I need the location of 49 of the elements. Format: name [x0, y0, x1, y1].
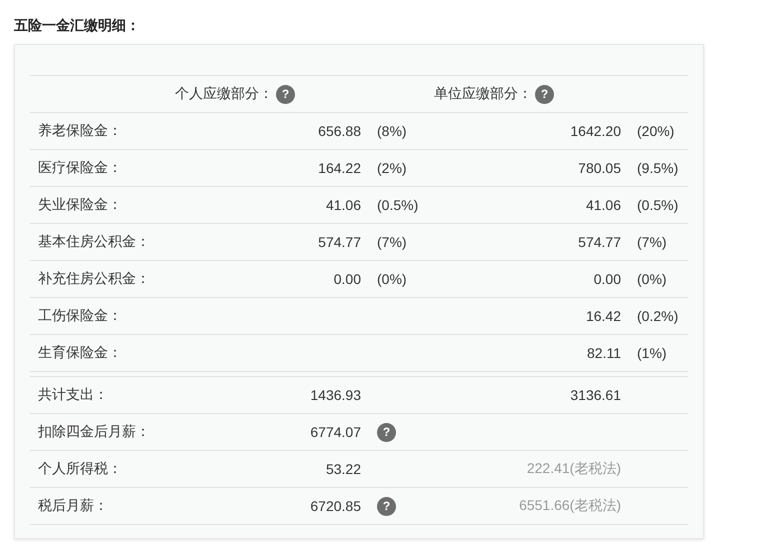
- row-label: 补充住房公积金：: [37, 270, 151, 288]
- rate-cell-text: (9.5%): [636, 160, 680, 176]
- rate-cell-text: (20%): [636, 123, 676, 139]
- row-label: 养老保险金：: [37, 122, 123, 140]
- amount-cell-text: 222.41(老税法): [526, 460, 622, 478]
- row-label: 医疗保险金：: [37, 159, 123, 177]
- row-label: 扣除四金后月薪：: [37, 423, 151, 441]
- column-header: 个人应缴部分：: [175, 85, 273, 103]
- amount-cell-text: 3136.61: [569, 387, 622, 403]
- amount-cell-text: 0.00: [332, 271, 362, 287]
- column-header: 单位应缴部分：: [434, 85, 532, 103]
- amount-cell-text: 0.00: [592, 271, 622, 287]
- rate-cell-text: (0.5%): [376, 197, 420, 213]
- amount-cell-text: 656.88: [317, 123, 362, 139]
- amount-cell-text: 780.05: [577, 160, 622, 176]
- row-label: 共计支出：: [37, 386, 109, 404]
- amount-cell-text: 6551.66(老税法): [518, 497, 622, 515]
- rate-cell-text: (0.5%): [636, 197, 680, 213]
- rate-cell-text: (7%): [636, 234, 668, 250]
- row-label: 失业保险金：: [37, 196, 123, 214]
- amount-cell-text: 41.06: [584, 197, 622, 213]
- amount-cell-text: 6720.85: [309, 498, 362, 514]
- rate-cell-text: (0%): [636, 271, 668, 287]
- row-label: 税后月薪：: [37, 497, 109, 515]
- rate-cell-text: (7%): [376, 234, 408, 250]
- help-button[interactable]: ?: [377, 422, 396, 442]
- amount-cell-text: 574.77: [317, 234, 362, 250]
- help-button[interactable]: ?: [377, 496, 396, 516]
- rate-cell-text: (0.2%): [636, 308, 680, 324]
- rate-cell-text: (1%): [636, 345, 668, 361]
- help-button[interactable]: ?: [276, 84, 295, 104]
- amount-cell-text: 1642.20: [569, 123, 622, 139]
- amount-cell-text: 82.11: [586, 345, 622, 361]
- amount-cell-text: 53.22: [324, 461, 362, 477]
- row-label: 生育保险金：: [37, 344, 123, 362]
- rate-cell-text: (0%): [376, 271, 408, 287]
- amount-cell-text: 6774.07: [309, 424, 362, 440]
- help-button[interactable]: ?: [535, 84, 554, 104]
- amount-cell-text: 1436.93: [309, 387, 362, 403]
- amount-cell-text: 164.22: [317, 160, 362, 176]
- row-label: 工伤保险金：: [37, 307, 123, 325]
- amount-cell-text: 41.06: [324, 197, 362, 213]
- rate-cell-text: (2%): [376, 160, 408, 176]
- amount-cell-text: 574.77: [577, 234, 622, 250]
- amount-cell-text: 16.42: [584, 308, 622, 324]
- section-title: 五险一金汇缴明细：: [14, 16, 141, 35]
- row-label: 基本住房公积金：: [37, 233, 151, 251]
- row-label: 个人所得税：: [37, 460, 123, 478]
- rate-cell-text: (8%): [376, 123, 408, 139]
